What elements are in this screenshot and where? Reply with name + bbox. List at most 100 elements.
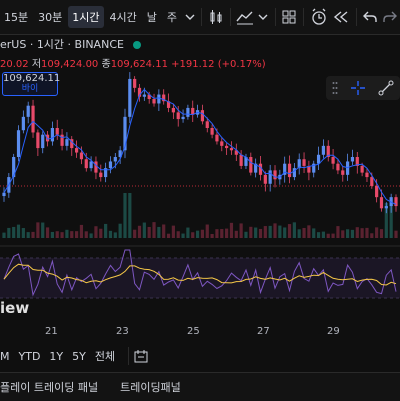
price-chart[interactable] xyxy=(0,0,400,322)
volume-bar xyxy=(2,233,5,238)
volume-bar xyxy=(7,228,10,238)
candle-body xyxy=(206,121,209,128)
volume-bar xyxy=(293,222,296,238)
calendar-range-icon[interactable] xyxy=(133,348,149,364)
volume-bar xyxy=(70,231,73,238)
volume-bar xyxy=(312,228,315,238)
candle-body xyxy=(75,148,78,152)
tab-trading-panel[interactable]: 트레이딩패널 xyxy=(120,379,181,395)
date-range-bar: M YTD 1Y 5Y 전체 xyxy=(0,345,400,367)
candle-body xyxy=(322,146,325,155)
tab-replay-trading-panel[interactable]: 플레이 트레이딩 패널 xyxy=(0,379,98,395)
range-1y-button[interactable]: 1Y xyxy=(49,350,63,363)
volume-bars xyxy=(2,193,397,238)
candle-body xyxy=(273,170,276,179)
volume-bar xyxy=(206,225,209,238)
volume-bar xyxy=(331,234,334,238)
volume-bar xyxy=(269,226,272,238)
candle-body xyxy=(99,173,102,177)
volume-bar xyxy=(12,227,15,238)
candle-body xyxy=(370,177,373,186)
volume-bar xyxy=(119,224,122,238)
candle-body xyxy=(51,128,54,141)
volume-bar xyxy=(235,231,238,238)
candle-body xyxy=(85,159,88,168)
candle-body xyxy=(152,99,155,103)
range-divider xyxy=(128,347,129,365)
volume-bar xyxy=(56,231,59,238)
volume-bar xyxy=(138,226,141,238)
candle-body xyxy=(240,155,243,166)
candle-body xyxy=(201,110,204,121)
candle-body xyxy=(269,170,272,183)
volume-bar xyxy=(65,230,68,238)
volume-bar xyxy=(114,232,117,238)
candle-body xyxy=(80,153,83,160)
candle-body xyxy=(36,132,39,148)
candle-body xyxy=(31,106,34,133)
volume-bar xyxy=(128,193,131,238)
candle-body xyxy=(249,157,252,173)
volume-bar xyxy=(85,231,88,238)
volume-bar xyxy=(99,229,102,238)
volume-bar xyxy=(167,234,170,238)
candle-body xyxy=(341,170,344,174)
range-ytd-button[interactable]: YTD xyxy=(19,350,41,363)
candle-body xyxy=(143,95,146,97)
time-axis-label: 27 xyxy=(257,326,270,337)
candle-body xyxy=(230,148,233,150)
volume-bar xyxy=(41,223,44,238)
range-month-button[interactable]: M xyxy=(0,350,10,363)
candle-body xyxy=(41,135,44,148)
volume-bar xyxy=(346,229,349,238)
candle-body xyxy=(177,112,180,119)
candle-body xyxy=(215,135,218,142)
volume-bar xyxy=(31,232,34,238)
candle-body xyxy=(385,206,388,208)
volume-bar xyxy=(341,230,344,238)
volume-bar xyxy=(283,227,286,238)
volume-bar xyxy=(336,226,339,238)
volume-bar xyxy=(351,230,354,238)
volume-bar xyxy=(148,227,151,238)
volume-bar xyxy=(172,226,175,238)
volume-bar xyxy=(307,225,310,238)
volume-bar xyxy=(380,229,383,238)
volume-bar xyxy=(327,234,330,238)
volume-bar xyxy=(75,231,78,238)
time-axis-label: 21 xyxy=(45,326,58,337)
candle-body xyxy=(114,157,117,161)
range-all-button[interactable]: 전체 xyxy=(95,348,115,364)
volume-bar xyxy=(157,227,160,238)
volume-bar xyxy=(365,228,368,238)
candle-body xyxy=(56,128,59,135)
volume-bar xyxy=(361,228,364,238)
candle-body xyxy=(22,117,25,130)
volume-bar xyxy=(264,226,267,238)
candle-body xyxy=(394,197,397,206)
candle-body xyxy=(336,164,339,171)
candle-body xyxy=(361,166,364,173)
volume-bar xyxy=(273,223,276,238)
candle-body xyxy=(346,161,349,174)
volume-bar xyxy=(143,223,146,238)
candle-body xyxy=(351,157,354,161)
volume-bar xyxy=(80,225,83,238)
volume-bar xyxy=(196,231,199,238)
time-axis[interactable]: 21 23 25 27 29 xyxy=(0,326,400,342)
candles xyxy=(2,72,397,213)
candle-body xyxy=(225,146,228,148)
candle-body xyxy=(365,173,368,177)
volume-bar xyxy=(201,230,204,238)
volume-bar xyxy=(152,222,155,238)
volume-bar xyxy=(298,229,301,238)
range-5y-button[interactable]: 5Y xyxy=(72,350,86,363)
candle-body xyxy=(172,108,175,112)
volume-bar xyxy=(288,224,291,238)
candle-body xyxy=(157,95,160,104)
volume-bar xyxy=(254,228,257,238)
time-axis-label: 23 xyxy=(116,326,129,337)
volume-bar xyxy=(191,232,194,238)
volume-bar xyxy=(27,232,30,238)
candle-body xyxy=(264,175,267,184)
